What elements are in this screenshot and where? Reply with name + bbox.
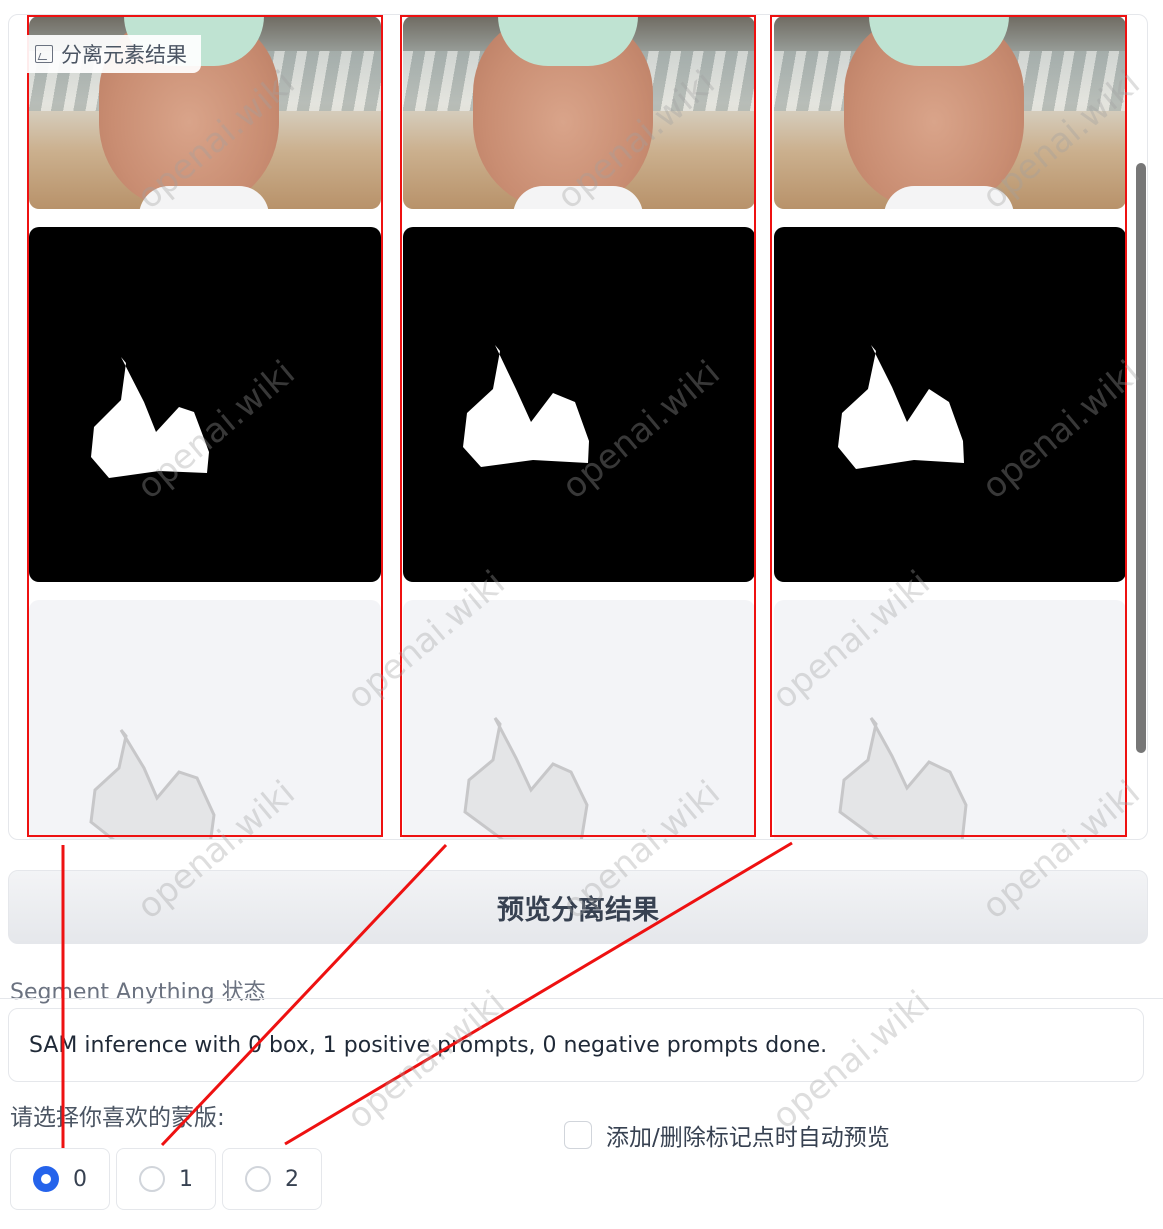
cutout-image[interactable] bbox=[29, 600, 381, 839]
cutout-shape bbox=[838, 717, 968, 839]
mask-option-label: 0 bbox=[73, 1166, 87, 1192]
mask-image[interactable] bbox=[29, 227, 381, 582]
mask-shape bbox=[91, 357, 209, 478]
divider bbox=[0, 998, 1163, 999]
gallery-label: 分离元素结果 bbox=[27, 35, 201, 73]
radio-unchecked-icon[interactable] bbox=[245, 1166, 271, 1192]
image-icon bbox=[35, 45, 53, 63]
gallery-label-text: 分离元素结果 bbox=[61, 43, 187, 67]
source-image[interactable] bbox=[403, 16, 755, 209]
cutout-shape bbox=[463, 717, 589, 839]
mask-option-label: 2 bbox=[285, 1166, 299, 1192]
result-column-0[interactable] bbox=[29, 16, 381, 839]
mask-choice-label: 请选择你喜欢的蒙版: bbox=[10, 1105, 225, 1131]
mask-option-label: 1 bbox=[179, 1166, 193, 1192]
mask-image[interactable] bbox=[403, 227, 755, 582]
status-text: SAM inference with 0 box, 1 positive pro… bbox=[29, 1032, 828, 1058]
mask-shape bbox=[838, 345, 964, 469]
cutout-image[interactable] bbox=[774, 600, 1126, 839]
result-column-1[interactable] bbox=[403, 16, 755, 839]
radio-checked-icon[interactable] bbox=[33, 1166, 59, 1192]
auto-preview-label: 添加/删除标记点时自动预览 bbox=[606, 1125, 890, 1151]
source-image[interactable] bbox=[774, 16, 1126, 209]
auto-preview-checkbox[interactable] bbox=[564, 1121, 592, 1149]
cutout-image[interactable] bbox=[403, 600, 755, 839]
gallery-scrollbar[interactable] bbox=[1136, 163, 1146, 753]
status-textbox[interactable]: SAM inference with 0 box, 1 positive pro… bbox=[8, 1008, 1144, 1082]
cutout-shape bbox=[89, 729, 216, 839]
mask-option-2[interactable]: 2 bbox=[222, 1148, 322, 1210]
mask-shape bbox=[463, 345, 589, 467]
mask-option-0[interactable]: 0 bbox=[10, 1148, 110, 1210]
auto-preview-option[interactable]: 添加/删除标记点时自动预览 bbox=[564, 1118, 890, 1152]
result-column-2[interactable] bbox=[774, 16, 1126, 839]
gallery-panel: 分离元素结果 bbox=[8, 14, 1148, 840]
radio-unchecked-icon[interactable] bbox=[139, 1166, 165, 1192]
status-label: Segment Anything 状态 bbox=[10, 980, 266, 1005]
mask-option-1[interactable]: 1 bbox=[116, 1148, 216, 1210]
mask-image[interactable] bbox=[774, 227, 1126, 582]
preview-segment-button[interactable]: 预览分离结果 bbox=[8, 870, 1148, 944]
